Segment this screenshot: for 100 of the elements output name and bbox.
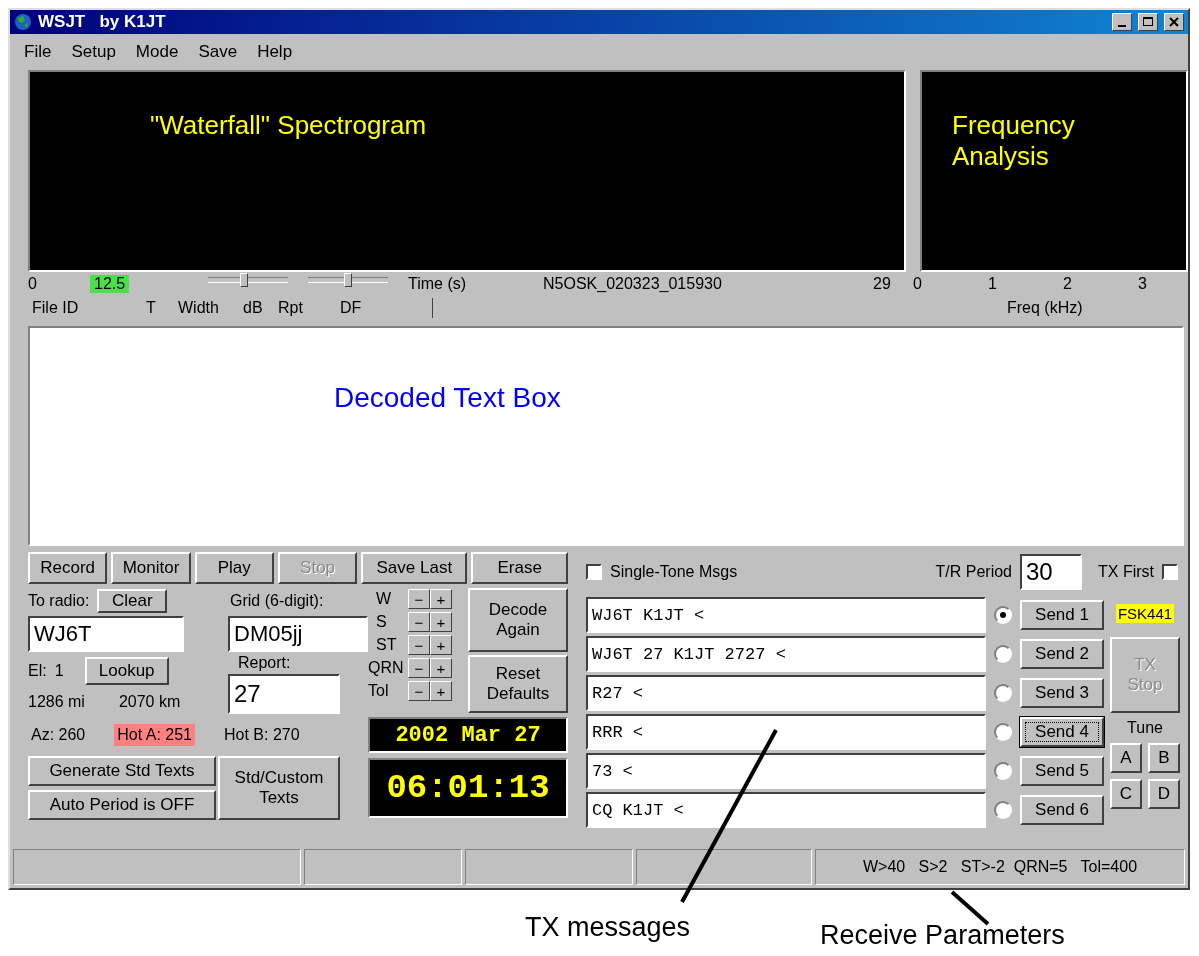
control-label: Rpt	[278, 299, 303, 317]
parameter-label: W	[376, 590, 392, 608]
time-marker-value: 12.5	[90, 275, 130, 293]
tx-first-label: TX First	[1098, 563, 1154, 581]
radio-button[interactable]	[994, 645, 1012, 663]
bearing-value: Hot B: 270	[223, 725, 301, 745]
slider-thumb[interactable]	[240, 273, 248, 287]
increase-button[interactable]: +	[430, 658, 452, 678]
file-name: N5OSK_020323_015930	[543, 275, 722, 293]
decrease-button[interactable]: −	[408, 635, 430, 655]
tune-button[interactable]: C	[1110, 779, 1142, 809]
grid-field[interactable]: DM05jj	[228, 615, 368, 652]
std-custom-texts-button[interactable]: Std/Custom Texts	[218, 756, 340, 820]
toolbar-button[interactable]: Monitor	[111, 552, 191, 584]
menu-item[interactable]: Setup	[71, 42, 116, 62]
maximize-button[interactable]	[1138, 13, 1158, 31]
control-label: DF	[340, 299, 362, 317]
slider-thumb[interactable]	[344, 273, 352, 287]
decode-again-button[interactable]: Decode Again	[468, 588, 568, 652]
decoded-text-box[interactable]: Decoded Text Box	[28, 326, 1184, 546]
lookup-button[interactable]: Lookup	[84, 657, 169, 685]
menu-item[interactable]: Help	[257, 42, 293, 62]
distance-value: 1286 mi	[28, 693, 85, 711]
increase-button[interactable]: +	[430, 681, 452, 701]
menu-item[interactable]: Mode	[135, 42, 179, 62]
tune-button[interactable]: B	[1148, 743, 1180, 773]
radio-button[interactable]	[994, 606, 1012, 624]
toolbar-button[interactable]: Erase	[471, 552, 568, 584]
increase-button[interactable]: +	[430, 635, 452, 655]
control-label: File ID	[32, 299, 79, 317]
window-title: WSJT by K1JT	[38, 12, 167, 32]
send-button[interactable]: Send 5	[1020, 756, 1104, 786]
menu-item[interactable]: File	[24, 42, 52, 62]
toolbar-button[interactable]: Record	[28, 552, 108, 584]
checkbox[interactable]	[1162, 564, 1178, 580]
decrease-button[interactable]: −	[408, 612, 430, 632]
frequency-caption: Frequency Analysis	[952, 110, 1076, 172]
checkbox[interactable]	[586, 564, 602, 580]
clear-button[interactable]: Clear	[97, 588, 168, 613]
parameter-label: ST	[376, 636, 397, 654]
close-button[interactable]	[1164, 13, 1184, 31]
tune-button[interactable]: D	[1148, 779, 1180, 809]
tx-message-field[interactable]: WJ6T K1JT <	[586, 597, 986, 633]
send-button[interactable]: Send 1	[1020, 600, 1104, 630]
parameter-label: S	[376, 613, 387, 631]
auto-period-button[interactable]: Auto Period is OFF	[28, 790, 216, 820]
radio-button[interactable]	[994, 684, 1012, 702]
radio-button[interactable]	[994, 723, 1012, 741]
grid-label: Grid (6-digit):	[230, 591, 324, 610]
time-start-label: 0	[28, 275, 37, 293]
menu-item[interactable]: Save	[198, 42, 238, 62]
send-button[interactable]: Send 6	[1020, 795, 1104, 825]
decrease-button[interactable]: −	[408, 681, 430, 701]
control-label: T	[146, 299, 156, 317]
time-axis-label: Time (s)	[408, 275, 467, 293]
tr-period-field[interactable]: 30	[1020, 554, 1082, 590]
mode-badge: FSK441	[1115, 604, 1175, 623]
leader-line	[950, 890, 990, 926]
minimize-icon	[1118, 25, 1126, 27]
toolbar-button[interactable]: Play	[194, 552, 274, 584]
date-display: 2002 Mar 27	[368, 717, 568, 753]
tune-button[interactable]: A	[1110, 743, 1142, 773]
tx-message-field[interactable]: 73 <	[586, 753, 986, 789]
send-button[interactable]: Send 3	[1020, 678, 1104, 708]
waterfall-caption: "Waterfall" Spectrogram	[150, 110, 427, 141]
time-display: 06:01:13	[368, 758, 568, 818]
decrease-button[interactable]: −	[408, 589, 430, 609]
callsign-field[interactable]: WJ6T	[28, 615, 184, 652]
tx-message-field[interactable]: WJ6T 27 K1JT 2727 <	[586, 636, 986, 672]
increase-button[interactable]: +	[430, 612, 452, 632]
minimize-button[interactable]	[1112, 13, 1132, 31]
report-field[interactable]: 27	[228, 674, 340, 714]
frequency-tick-label: 0	[913, 275, 922, 293]
send-button[interactable]: Send 2	[1020, 639, 1104, 669]
maximize-icon	[1143, 17, 1153, 27]
decrease-button[interactable]: −	[408, 658, 430, 678]
tx-message-field[interactable]: CQ K1JT <	[586, 792, 986, 828]
toolbar-button[interactable]: Save Last	[361, 552, 468, 584]
parameter-label: Tol	[368, 682, 389, 700]
elevation-label: El:	[28, 662, 47, 680]
bearing-value: Hot A: 251	[114, 724, 195, 746]
send-button[interactable]: Send 4	[1020, 717, 1104, 747]
annotation-label: TX messages	[525, 912, 691, 944]
single-tone-label: Single-Tone Msgs	[610, 563, 739, 581]
frequency-tick-label: 2	[1063, 275, 1072, 293]
reset-defaults-button[interactable]: Reset Defaults	[468, 655, 568, 713]
control-label: Width	[178, 299, 219, 317]
radio-button[interactable]	[994, 801, 1012, 819]
tx-message-field[interactable]: RRR <	[586, 714, 986, 750]
annotation-label: Receive Parameters	[820, 920, 1065, 951]
parameter-label: QRN	[368, 659, 404, 677]
time-end-label: 29	[873, 275, 891, 293]
globe-icon	[14, 13, 32, 31]
generate-texts-button[interactable]: Generate Std Texts	[28, 756, 216, 786]
radio-button[interactable]	[994, 762, 1012, 780]
to-radio-label: To radio:	[28, 591, 90, 610]
increase-button[interactable]: +	[430, 589, 452, 609]
elevation-value: 1	[54, 662, 65, 680]
tx-message-field[interactable]: R27 <	[586, 675, 986, 711]
frequency-axis-label: Freq (kHz)	[1007, 299, 1083, 317]
